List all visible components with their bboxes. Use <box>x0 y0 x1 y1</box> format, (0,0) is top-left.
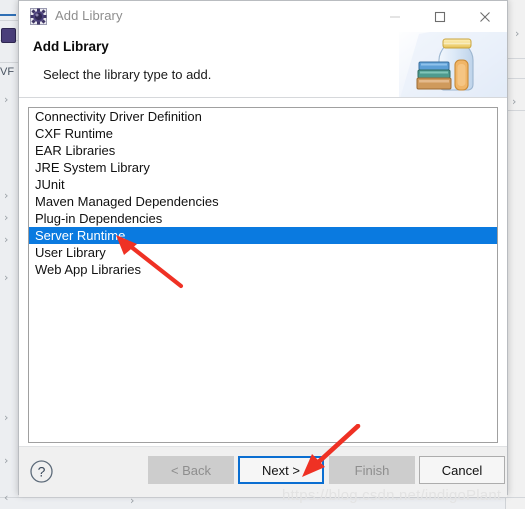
background-highlight-bar <box>0 14 16 16</box>
tree-expand-arrow-icon[interactable]: › <box>4 272 8 283</box>
wizard-title: Add Library <box>33 39 109 54</box>
tree-expand-arrow-icon[interactable]: › <box>4 94 8 105</box>
background-divider <box>0 62 18 63</box>
background-right-panel <box>505 0 525 509</box>
list-item[interactable]: Maven Managed Dependencies <box>29 193 497 210</box>
background-divider <box>505 110 525 111</box>
background-app-icon <box>1 28 16 43</box>
background-label: VF <box>0 66 15 78</box>
background-divider <box>505 58 525 59</box>
tree-collapse-arrow-icon[interactable]: ‹ <box>4 492 8 503</box>
maximize-icon <box>434 11 445 22</box>
list-item[interactable]: User Library <box>29 244 497 261</box>
tree-expand-arrow-icon[interactable]: › <box>4 455 8 466</box>
finish-button[interactable]: Finish <box>329 456 415 484</box>
list-item[interactable]: Server Runtime <box>29 227 497 244</box>
list-item[interactable]: Connectivity Driver Definition <box>29 108 497 125</box>
list-item[interactable]: Web App Libraries <box>29 261 497 278</box>
library-type-list[interactable]: Connectivity Driver Definition CXF Runtim… <box>28 107 498 443</box>
dialog-titlebar[interactable]: Add Library <box>19 1 507 32</box>
tree-expand-arrow-icon[interactable]: › <box>4 212 8 223</box>
tree-expand-arrow-icon[interactable]: › <box>512 96 516 107</box>
close-icon <box>479 11 490 22</box>
list-item[interactable]: JRE System Library <box>29 159 497 176</box>
minimize-icon <box>389 16 400 17</box>
screen: VF › › › › › › › ‹ › › › Add Library Add… <box>0 0 525 509</box>
back-button[interactable]: < Back <box>148 456 234 484</box>
background-divider <box>505 78 525 79</box>
minimize-button[interactable] <box>372 1 417 32</box>
tree-expand-arrow-icon[interactable]: › <box>4 234 8 245</box>
maximize-button[interactable] <box>417 1 462 32</box>
list-item[interactable]: CXF Runtime <box>29 125 497 142</box>
next-button[interactable]: Next > <box>238 456 324 484</box>
add-library-dialog: Add Library Add Library Select the libra… <box>18 0 508 497</box>
tree-expand-arrow-icon[interactable]: › <box>4 412 8 423</box>
window-controls <box>372 1 507 32</box>
list-item[interactable]: Plug-in Dependencies <box>29 210 497 227</box>
wizard-header: Add Library Select the library type to a… <box>19 32 507 98</box>
dialog-title: Add Library <box>55 8 123 23</box>
watermark-text: https://blog.csdn.net/indigoPlant <box>282 487 502 504</box>
close-button[interactable] <box>462 1 507 32</box>
cancel-button[interactable]: Cancel <box>419 456 505 484</box>
library-jar-books-icon <box>399 32 507 97</box>
list-item[interactable]: EAR Libraries <box>29 142 497 159</box>
list-item[interactable]: JUnit <box>29 176 497 193</box>
tree-expand-arrow-icon[interactable]: › <box>515 28 519 39</box>
wizard-subtitle: Select the library type to add. <box>43 67 212 82</box>
svg-text:?: ? <box>38 464 46 480</box>
eclipse-gear-icon <box>30 8 47 25</box>
background-divider <box>0 20 18 21</box>
help-question-icon[interactable]: ? <box>29 459 54 484</box>
tree-expand-arrow-icon[interactable]: › <box>4 190 8 201</box>
wizard-body: Connectivity Driver Definition CXF Runtim… <box>19 98 507 446</box>
